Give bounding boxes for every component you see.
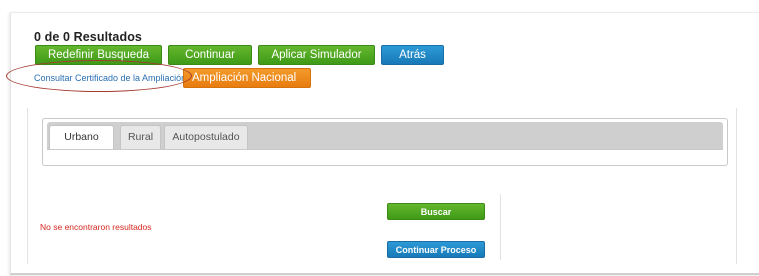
no-results-message: No se encontraron resultados [40, 222, 152, 232]
continuar-button[interactable]: Continuar [168, 45, 252, 65]
tabs-underline [47, 149, 723, 150]
vertical-divider [500, 194, 501, 260]
atras-button[interactable]: Atrás [381, 45, 444, 65]
ampliacion-nacional-button[interactable]: Ampliación Nacional [183, 68, 311, 88]
tabs-bar: Urbano Rural Autopostulado [47, 122, 723, 150]
redefinir-busqueda-button[interactable]: Redefinir Busqueda [35, 45, 162, 65]
tab-urbano[interactable]: Urbano [49, 125, 114, 150]
tab-rural[interactable]: Rural [120, 125, 161, 149]
tabs-container: Urbano Rural Autopostulado [42, 118, 728, 166]
tab-autopostulado[interactable]: Autopostulado [164, 125, 248, 149]
results-count-title: 0 de 0 Resultados [34, 30, 142, 44]
buscar-button[interactable]: Buscar [387, 203, 485, 220]
continuar-proceso-button[interactable]: Continuar Proceso [387, 241, 485, 258]
consultar-certificado-link[interactable]: Consultar Certificado de la Ampliación [34, 73, 186, 83]
aplicar-simulador-button[interactable]: Aplicar Simulador [258, 45, 375, 65]
